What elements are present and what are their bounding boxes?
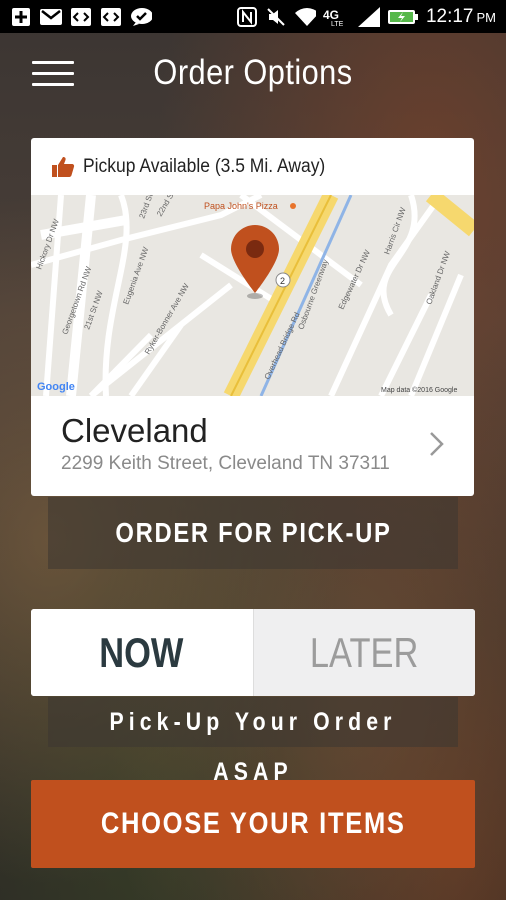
- now-option[interactable]: NOW: [31, 609, 253, 696]
- signal-icon: [357, 6, 380, 27]
- plus-icon: [10, 7, 32, 26]
- later-option[interactable]: LATER: [252, 609, 475, 696]
- choose-items-button[interactable]: CHOOSE YOUR ITEMS: [31, 780, 475, 868]
- svg-text:LTE: LTE: [331, 21, 344, 27]
- availability-row: Pickup Available (3.5 Mi. Away): [31, 138, 474, 195]
- nfc-icon: [236, 6, 258, 27]
- store-name: Cleveland: [61, 412, 208, 449]
- store-address: 2299 Keith Street, Cleveland TN 37311: [61, 453, 390, 474]
- map-attribution: Map data ©2016 Google: [381, 386, 457, 394]
- mute-icon: [265, 7, 287, 26]
- code-icon: [100, 7, 122, 26]
- chat-bubble-icon: [130, 7, 152, 26]
- route-shield: 2: [280, 276, 285, 286]
- chevron-right-icon[interactable]: [428, 430, 446, 458]
- store-map[interactable]: 2 23rd St 22nd St Hickory Dr NW Georgeto…: [31, 195, 474, 396]
- map-poi-label: Papa John's Pizza: [204, 201, 278, 211]
- timing-note: Pick-Up Your Order ASAP: [48, 697, 458, 786]
- wifi-icon: [294, 7, 316, 26]
- location-card: Pickup Available (3.5 Mi. Away) 2 23rd S…: [31, 138, 474, 496]
- timing-toggle: NOW LATER: [31, 609, 475, 696]
- gmail-icon: [40, 8, 62, 26]
- google-logo: Google: [37, 381, 75, 393]
- availability-text: Pickup Available (3.5 Mi. Away): [83, 155, 326, 177]
- battery-icon: [387, 8, 419, 26]
- order-for-pickup-button[interactable]: ORDER FOR PICK-UP: [48, 497, 458, 569]
- thumbs-up-icon: [52, 156, 75, 177]
- status-bar: 4G LTE 12:17 PM: [0, 0, 506, 33]
- app-header: Order Options: [0, 33, 506, 123]
- code-icon: [70, 7, 92, 26]
- svg-text:4G: 4G: [323, 8, 339, 22]
- page-title: Order Options: [153, 53, 353, 92]
- store-info-row[interactable]: Cleveland 2299 Keith Street, Cleveland T…: [31, 396, 474, 496]
- clock: 12:17 PM: [425, 5, 496, 27]
- network-type-label: 4G LTE: [323, 8, 351, 27]
